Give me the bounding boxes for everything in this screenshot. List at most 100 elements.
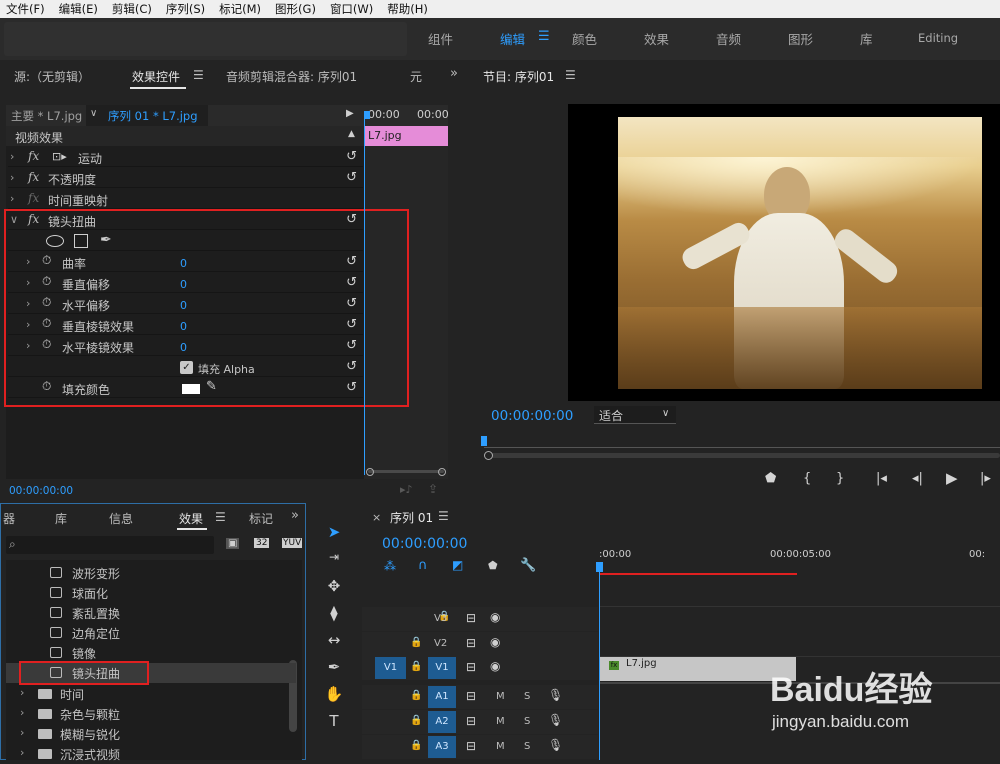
effects-folder[interactable]: › 沉浸式视频 <box>6 744 296 764</box>
tab-metadata[interactable]: 元 <box>410 68 422 85</box>
effects-folder[interactable]: › 时间 <box>6 684 296 704</box>
expand-icon[interactable]: › <box>20 746 24 759</box>
solo-button[interactable]: S <box>524 691 530 702</box>
reset-icon[interactable]: ↺ <box>346 149 357 164</box>
effect-item[interactable]: 球面化 <box>6 583 296 603</box>
menu-sequence[interactable]: 序列(S) <box>166 1 205 17</box>
step-back-icon[interactable]: ◂| <box>912 471 923 486</box>
workspace-editing[interactable]: 编辑 <box>500 29 525 48</box>
workspace-graphics[interactable]: 图形 <box>788 29 813 48</box>
ec-timecode[interactable]: 00:00:00:00 <box>9 485 73 497</box>
track-target-a1[interactable]: A1 <box>428 686 456 708</box>
solo-button[interactable]: S <box>524 716 530 727</box>
sync-lock-icon[interactable]: ⊟ <box>466 660 476 674</box>
ec-clip-block[interactable]: L7.jpg <box>364 126 448 146</box>
workspace-color[interactable]: 颜色 <box>572 29 597 48</box>
go-to-in-icon[interactable]: |◂ <box>876 471 887 486</box>
play-icon[interactable]: ▶ <box>946 469 958 487</box>
reset-icon[interactable]: ↺ <box>346 170 357 185</box>
workspace-menu-icon[interactable]: ☰ <box>538 29 550 44</box>
menu-edit[interactable]: 编辑(E) <box>59 1 98 17</box>
effects-menu-icon[interactable]: ☰ <box>215 510 226 524</box>
track-label-v3[interactable]: V3 <box>434 613 447 624</box>
program-mini-ruler[interactable] <box>484 436 1000 448</box>
effects-search-input[interactable]: ⌕ <box>6 536 214 554</box>
snap-icon[interactable]: ∩ <box>418 558 428 573</box>
lock-icon[interactable]: 🔒 <box>410 690 422 701</box>
add-marker-icon[interactable]: ⬟ <box>488 559 498 572</box>
microphone-icon[interactable]: 🎙 <box>548 738 563 752</box>
effect-item[interactable]: 边角定位 <box>6 623 296 643</box>
timeline-playhead-handle[interactable] <box>596 562 603 572</box>
razor-tool-icon[interactable]: ⧫ <box>322 604 346 624</box>
ec-playhead-line[interactable] <box>364 115 365 475</box>
menu-graphics[interactable]: 图形(G) <box>275 1 316 17</box>
tab-markers[interactable]: 标记 <box>249 510 273 527</box>
tab-menu-icon[interactable]: ☰ <box>193 68 204 82</box>
ripple-edit-tool-icon[interactable]: ✥ <box>322 577 346 597</box>
ec-zoom-handle-right[interactable] <box>438 468 446 476</box>
accelerated-effects-icon[interactable]: ▣ <box>226 538 240 549</box>
solo-button[interactable]: S <box>524 741 530 752</box>
nest-icon[interactable]: ⁂ <box>384 559 396 573</box>
selection-tool-icon[interactable]: ➤ <box>322 523 346 543</box>
program-playhead[interactable] <box>481 436 487 446</box>
eye-icon[interactable]: ◉ <box>490 635 500 649</box>
play-only-icon[interactable]: ▶ <box>346 108 354 119</box>
tab-effects[interactable]: 效果 <box>179 510 203 527</box>
row-time-remap[interactable]: › fx 时间重映射 <box>8 189 363 209</box>
fx-icon[interactable]: fx <box>28 149 39 163</box>
microphone-icon[interactable]: 🎙 <box>548 688 563 702</box>
menu-file[interactable]: 文件(F) <box>6 1 45 17</box>
menu-help[interactable]: 帮助(H) <box>387 1 428 17</box>
lock-icon[interactable]: 🔒 <box>410 661 422 672</box>
effect-item[interactable]: 镜像 <box>6 643 296 663</box>
timeline-timecode[interactable]: 00:00:00:00 <box>382 536 467 552</box>
eye-icon[interactable]: ◉ <box>490 610 500 624</box>
track-target-v1[interactable]: V1 <box>428 657 456 679</box>
transform-icon[interactable]: ⊡▸ <box>52 150 67 163</box>
mark-out-icon[interactable]: } <box>836 471 844 486</box>
source-patch-v1[interactable]: V1 <box>375 657 406 679</box>
track-target-a2[interactable]: A2 <box>428 711 456 733</box>
program-title[interactable]: 节目: 序列01 <box>483 68 554 85</box>
effects-folder[interactable]: › 模糊与锐化 <box>6 724 296 744</box>
fit-dropdown[interactable]: 适合 ∨ <box>594 406 676 424</box>
expand-icon[interactable]: › <box>20 686 24 699</box>
yuv-effects-icon[interactable]: YUV <box>282 538 303 548</box>
timeline-title[interactable]: 序列 01 <box>390 509 433 526</box>
mute-button[interactable]: M <box>496 691 505 702</box>
ec-export-icon[interactable]: ⇪ <box>428 482 438 496</box>
tab-effect-controls[interactable]: 效果控件 <box>132 68 180 85</box>
tab-libraries[interactable]: 库 <box>55 510 67 527</box>
fx-icon[interactable]: fx <box>28 170 39 184</box>
track-target-a3[interactable]: A3 <box>428 736 456 758</box>
program-timecode[interactable]: 00:00:00:00 <box>491 408 573 424</box>
sync-lock-icon[interactable]: ⊟ <box>466 689 476 703</box>
tab-media-browser[interactable]: 器 <box>3 510 15 527</box>
timeline-clip[interactable]: fx L7.jpg <box>600 657 796 681</box>
row-opacity[interactable]: › fx 不透明度 ↺ <box>8 168 363 188</box>
tab-audio-mixer[interactable]: 音频剪辑混合器: 序列01 <box>226 68 357 85</box>
close-icon[interactable]: × <box>372 511 381 524</box>
timeline-menu-icon[interactable]: ☰ <box>438 509 449 523</box>
expand-icon[interactable]: › <box>20 726 24 739</box>
sync-lock-icon[interactable]: ⊟ <box>466 611 476 625</box>
row-motion[interactable]: › fx ⊡▸ 运动 ↺ <box>8 147 363 167</box>
workspace-assembly[interactable]: 组件 <box>428 29 453 48</box>
sync-lock-icon[interactable]: ⊟ <box>466 636 476 650</box>
expand-icon[interactable]: › <box>20 706 24 719</box>
collapse-up-icon[interactable]: ▲ <box>348 129 355 139</box>
microphone-icon[interactable]: 🎙 <box>548 713 563 727</box>
slip-tool-icon[interactable]: ↔ <box>322 631 346 651</box>
sync-lock-icon[interactable]: ⊟ <box>466 739 476 753</box>
linked-selection-icon[interactable]: ◩ <box>452 558 463 572</box>
ec-zoom-handle-left[interactable] <box>366 468 374 476</box>
type-tool-icon[interactable]: T <box>322 712 346 732</box>
workspace-libraries[interactable]: 库 <box>860 29 873 48</box>
menu-window[interactable]: 窗口(W) <box>330 1 373 17</box>
mute-button[interactable]: M <box>496 716 505 727</box>
menu-clip[interactable]: 剪辑(C) <box>112 1 152 17</box>
program-menu-icon[interactable]: ☰ <box>565 68 576 82</box>
master-clip-label[interactable]: 主要 * L7.jpg <box>11 108 82 124</box>
